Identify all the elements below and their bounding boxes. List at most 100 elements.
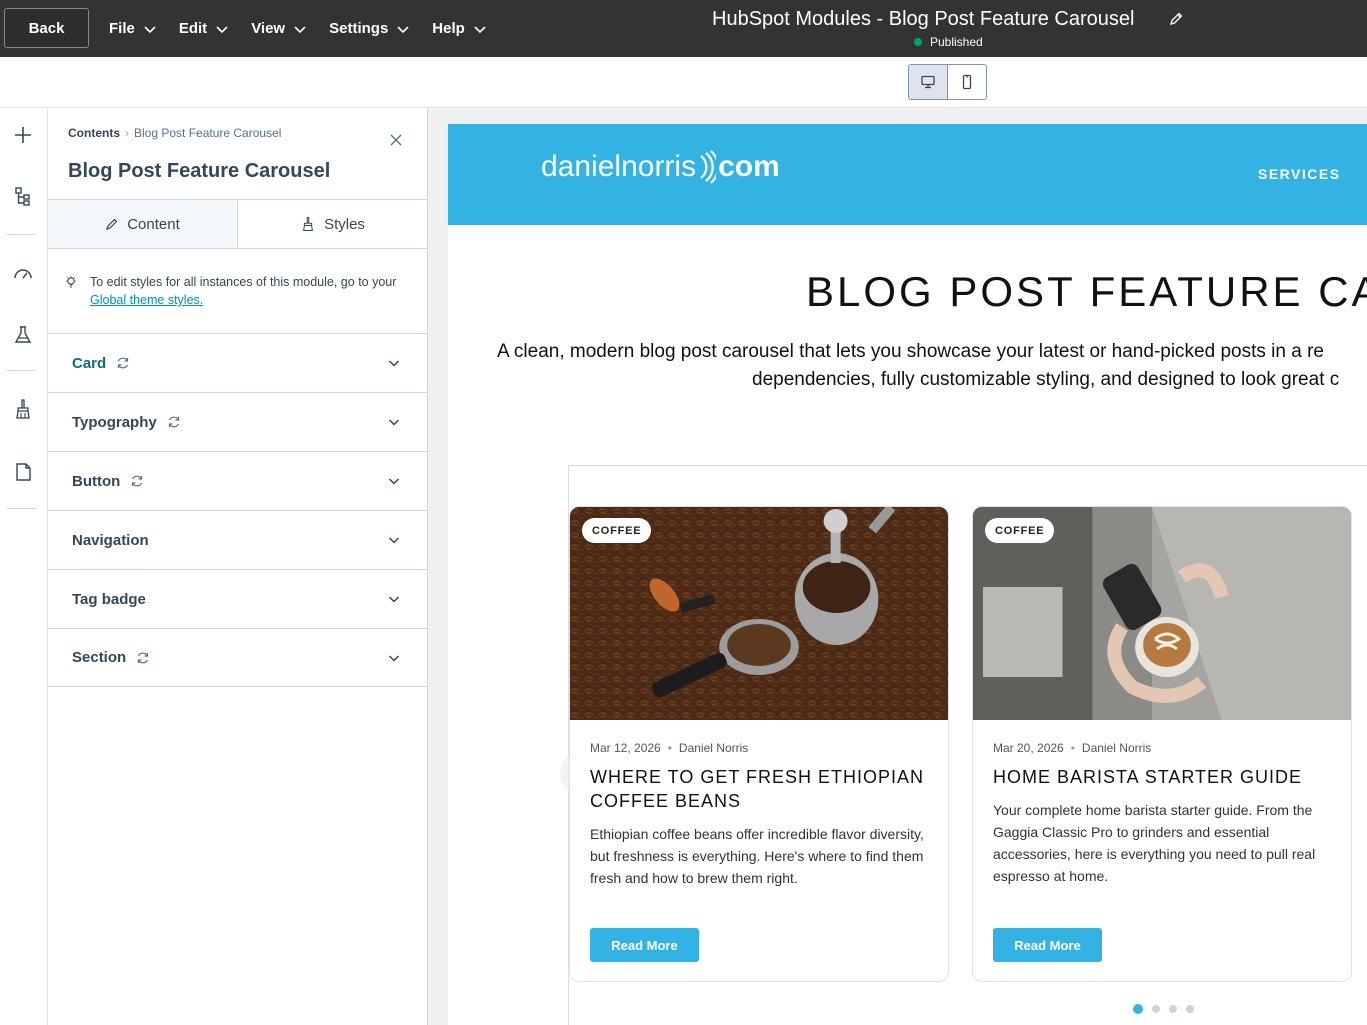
read-more-button[interactable]: Read More bbox=[993, 928, 1102, 962]
device-toolbar bbox=[0, 57, 1367, 108]
blog-card[interactable]: COFFEE Mar 12, 2026 • Daniel Norris WHERE … bbox=[569, 506, 949, 982]
section-card-label: Card bbox=[72, 354, 107, 372]
post-excerpt: Ethiopian coffee beans offer incredible … bbox=[590, 826, 924, 886]
post-title[interactable]: HOME BARISTA STARTER GUIDE bbox=[993, 765, 1338, 789]
post-author: Daniel Norris bbox=[1081, 741, 1152, 755]
pagination-dot[interactable] bbox=[1186, 1005, 1194, 1013]
section-section[interactable]: Section bbox=[48, 628, 427, 687]
menu-settings-label: Settings bbox=[329, 20, 389, 37]
reset-icon[interactable] bbox=[130, 474, 144, 488]
section-tag-badge-label: Tag badge bbox=[72, 590, 146, 608]
chevron-down-icon bbox=[474, 25, 486, 33]
desktop-view-button[interactable] bbox=[909, 65, 948, 99]
reset-icon[interactable] bbox=[136, 651, 150, 665]
hero-title: BLOG POST FEATURE CAR bbox=[806, 268, 1367, 315]
breadcrumb-separator: › bbox=[125, 126, 129, 140]
hero-subtitle-line-2: dependencies, fully customizable styling… bbox=[752, 369, 1340, 390]
section-typography[interactable]: Typography bbox=[48, 392, 427, 451]
preview-page: danielnorris com SERVICES BLOG POST FEAT… bbox=[448, 124, 1367, 1025]
section-tag-badge[interactable]: Tag badge bbox=[48, 569, 427, 628]
section-card[interactable]: Card bbox=[48, 333, 427, 392]
tab-content[interactable]: Content bbox=[48, 200, 238, 248]
close-icon[interactable] bbox=[389, 133, 403, 147]
style-sections: Card Typography Button Navigation Tag ba… bbox=[48, 333, 427, 687]
page-title[interactable]: HubSpot Modules - Blog Post Feature Caro… bbox=[712, 8, 1134, 31]
back-button[interactable]: Back bbox=[4, 8, 89, 48]
rail-divider bbox=[7, 508, 36, 509]
layers-tree-icon[interactable] bbox=[12, 186, 34, 208]
breadcrumb-root[interactable]: Contents bbox=[68, 126, 120, 140]
rail-divider bbox=[7, 370, 36, 371]
panel-title: Blog Post Feature Carousel bbox=[68, 160, 331, 182]
mobile-view-button[interactable] bbox=[948, 65, 986, 99]
nav-services-link[interactable]: SERVICES bbox=[1258, 166, 1341, 182]
flask-icon[interactable] bbox=[12, 324, 34, 346]
post-title[interactable]: WHERE TO GET FRESH ETHIOPIAN COFFEE BEAN… bbox=[590, 765, 935, 813]
logo-text-right: com bbox=[718, 150, 780, 183]
tag-badge[interactable]: COFFEE bbox=[985, 518, 1055, 543]
pencil-icon bbox=[106, 218, 118, 230]
brush-icon bbox=[303, 216, 314, 232]
reset-icon[interactable] bbox=[167, 415, 181, 429]
hint-text: To edit styles for all instances of this… bbox=[90, 275, 397, 289]
section-button[interactable]: Button bbox=[48, 451, 427, 510]
tag-badge[interactable]: COFFEE bbox=[582, 518, 652, 543]
chevron-down-icon bbox=[388, 419, 400, 426]
chevron-down-icon bbox=[144, 25, 156, 33]
menu-view[interactable]: View bbox=[251, 20, 307, 37]
pagination-dot[interactable] bbox=[1152, 1005, 1160, 1013]
hero-subtitle: A clean, modern blog post carousel that … bbox=[486, 338, 1367, 394]
lightbulb-icon bbox=[66, 276, 76, 288]
plus-icon[interactable] bbox=[12, 124, 34, 146]
hint-text-block: To edit styles for all instances of this… bbox=[90, 273, 404, 309]
site-header: danielnorris com SERVICES bbox=[448, 124, 1367, 225]
title-area: HubSpot Modules - Blog Post Feature Caro… bbox=[712, 8, 1183, 49]
reset-icon[interactable] bbox=[116, 356, 130, 370]
menu-bar: File Edit View Settings Help bbox=[109, 0, 509, 57]
status-text: Published bbox=[930, 35, 983, 49]
meta-separator: • bbox=[667, 741, 672, 755]
read-more-button[interactable]: Read More bbox=[590, 928, 699, 962]
site-logo[interactable]: danielnorris com bbox=[541, 150, 780, 184]
panel-tabs: Content Styles bbox=[48, 199, 427, 249]
menu-help[interactable]: Help bbox=[432, 20, 487, 37]
status-indicator: Published bbox=[914, 35, 983, 49]
pagination-dot[interactable] bbox=[1133, 1004, 1143, 1014]
top-bar: Back File Edit View Settings Help HubSpo… bbox=[0, 0, 1367, 57]
chevron-down-icon bbox=[388, 655, 400, 662]
blog-card[interactable]: COFFEE Mar 20, 2026 • Daniel Norris HOME B… bbox=[972, 506, 1352, 982]
global-styles-hint: To edit styles for all instances of this… bbox=[64, 273, 404, 309]
post-date: Mar 12, 2026 bbox=[590, 741, 661, 755]
post-excerpt: Your complete home barista starter guide… bbox=[993, 802, 1316, 884]
speed-gauge-icon[interactable] bbox=[12, 263, 34, 285]
global-theme-styles-link[interactable]: Global theme styles. bbox=[90, 293, 203, 307]
chevron-down-icon bbox=[294, 25, 306, 33]
menu-edit[interactable]: Edit bbox=[179, 20, 229, 37]
chevron-down-icon bbox=[388, 596, 400, 603]
page-icon[interactable] bbox=[12, 461, 34, 483]
post-meta: Mar 20, 2026 • Daniel Norris bbox=[993, 741, 1151, 755]
menu-help-label: Help bbox=[432, 20, 465, 37]
chevron-down-icon bbox=[388, 478, 400, 485]
tab-styles[interactable]: Styles bbox=[238, 200, 427, 248]
menu-settings[interactable]: Settings bbox=[329, 20, 410, 37]
menu-file[interactable]: File bbox=[109, 20, 157, 37]
mobile-icon bbox=[962, 74, 972, 90]
module-styles-panel: Contents › Blog Post Feature Carousel Blog… bbox=[48, 108, 428, 1025]
tab-content-label: Content bbox=[127, 215, 180, 233]
tab-styles-label: Styles bbox=[324, 215, 365, 233]
section-button-label: Button bbox=[72, 472, 121, 490]
section-navigation[interactable]: Navigation bbox=[48, 510, 427, 569]
rail-divider bbox=[7, 234, 36, 235]
pagination-dot[interactable] bbox=[1169, 1005, 1177, 1013]
carousel-pagination bbox=[1133, 1004, 1194, 1014]
chevron-down-icon bbox=[388, 537, 400, 544]
chevron-down-icon bbox=[216, 25, 228, 33]
post-date: Mar 20, 2026 bbox=[993, 741, 1064, 755]
edit-pencil-icon[interactable] bbox=[1168, 11, 1184, 27]
menu-edit-label: Edit bbox=[178, 20, 208, 37]
left-icon-rail bbox=[0, 108, 48, 1025]
section-typography-label: Typography bbox=[72, 413, 157, 431]
brush-icon[interactable] bbox=[12, 398, 34, 420]
post-meta: Mar 12, 2026 • Daniel Norris bbox=[590, 741, 748, 755]
